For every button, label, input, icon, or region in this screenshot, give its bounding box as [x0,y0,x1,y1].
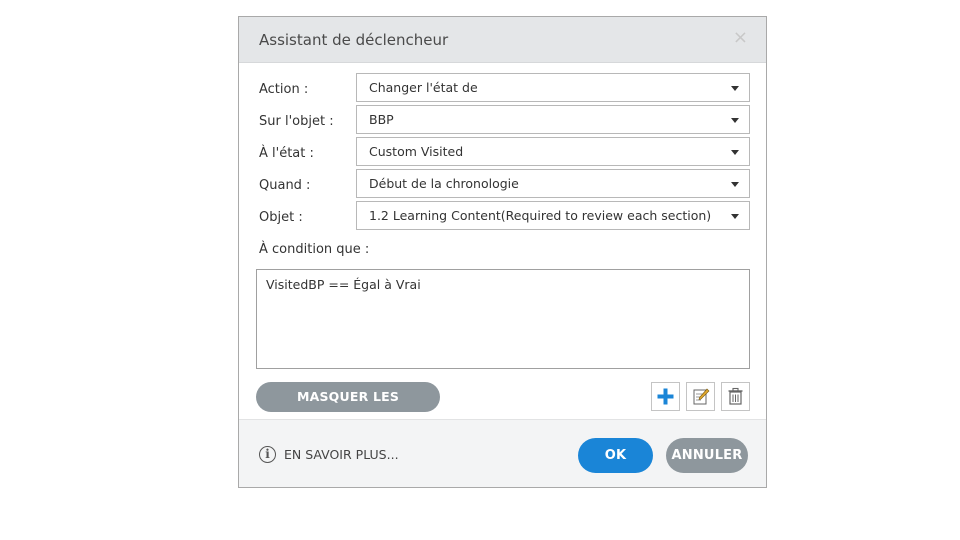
info-icon: i [259,446,276,463]
state-select[interactable]: Custom Visited [356,137,750,166]
chevron-down-icon [731,214,739,219]
chevron-down-icon [731,118,739,123]
ok-button[interactable]: OK [578,438,653,473]
trash-icon [728,387,743,405]
chevron-down-icon [731,182,739,187]
dialog-footer: i EN SAVOIR PLUS... OK ANNULER [239,419,766,487]
cancel-button[interactable]: ANNULER [666,438,748,473]
add-condition-button[interactable] [651,382,680,411]
action-label: Action : [259,82,309,97]
close-icon[interactable]: × [733,28,748,48]
conditions-label: À condition que : [259,242,370,257]
action-value: Changer l'état de [369,80,478,95]
chevron-down-icon [731,150,739,155]
when-label: Quand : [259,178,311,193]
object-value: BBP [369,112,394,127]
conditions-list[interactable]: VisitedBP == Égal à Vrai [256,269,750,369]
target-object-value: 1.2 Learning Content(Required to review … [369,208,712,223]
delete-condition-button[interactable] [721,382,750,411]
dialog-titlebar: Assistant de déclencheur × [239,17,766,63]
chevron-down-icon [731,86,739,91]
when-value: Début de la chronologie [369,176,519,191]
edit-icon [693,388,710,405]
edit-condition-button[interactable] [686,382,715,411]
learn-more-label: EN SAVOIR PLUS... [284,447,399,462]
object-label: Sur l'objet : [259,114,334,129]
trigger-wizard-dialog: Assistant de déclencheur × Action : Chan… [238,16,767,488]
hide-conditions-button[interactable]: MASQUER LES CONDITIONS [256,382,440,434]
object-select[interactable]: BBP [356,105,750,134]
when-select[interactable]: Début de la chronologie [356,169,750,198]
state-label: À l'état : [259,146,314,161]
condition-item[interactable]: VisitedBP == Égal à Vrai [266,277,421,292]
plus-icon [657,388,674,405]
target-object-label: Objet : [259,210,303,225]
dialog-title: Assistant de déclencheur [259,31,449,49]
target-object-select[interactable]: 1.2 Learning Content(Required to review … [356,201,750,230]
state-value: Custom Visited [369,144,464,159]
action-select[interactable]: Changer l'état de [356,73,750,102]
